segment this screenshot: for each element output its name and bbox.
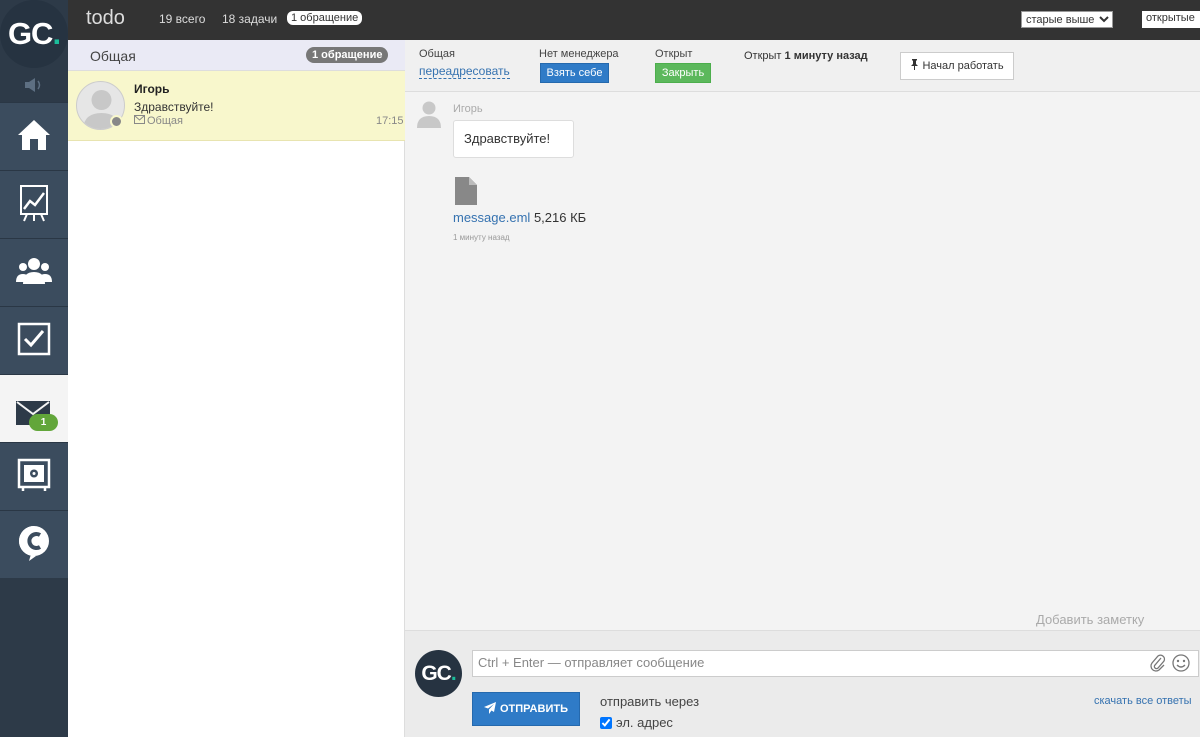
list-item-name: Игорь — [134, 82, 170, 96]
home-icon — [16, 118, 52, 155]
attachment: message.eml 5,216 КБ — [453, 210, 586, 225]
status-dot — [110, 115, 123, 128]
send-button-label: ОТПРАВИТЬ — [500, 703, 568, 715]
email-checkbox[interactable] — [600, 716, 612, 729]
page-title: todo — [86, 7, 125, 29]
paper-plane-icon — [484, 701, 496, 717]
email-option[interactable]: эл. адрес — [600, 715, 673, 730]
envelope-icon — [134, 115, 145, 127]
list-item-dept-label: Общая — [147, 115, 183, 127]
checkbox-icon — [17, 322, 51, 359]
redirect-link[interactable]: переадресовать — [419, 64, 510, 79]
logo-text: GC. — [7, 16, 61, 51]
list-header-count-badge: 1 обращение — [306, 47, 389, 63]
nav-chat[interactable] — [0, 510, 68, 578]
left-navigation: GC. 1 — [0, 0, 68, 737]
reply-area: GC. Ctrl + Enter — отправляет сообщение … — [405, 630, 1200, 737]
ticket-list-panel: Общая 1 обращение Игорь Здравствуйте! Об… — [68, 40, 405, 737]
close-ticket-button[interactable]: Закрыть — [655, 63, 711, 83]
list-item-message: Здравствуйте! — [134, 100, 214, 114]
tickets-count-pill[interactable]: 1 обращение — [287, 11, 363, 25]
mail-badge: 1 — [29, 414, 58, 431]
top-bar: todo 19 всего 18 задачи 1 обращение стар… — [68, 0, 1200, 40]
nav-tasks[interactable] — [0, 306, 68, 374]
total-count[interactable]: 19 всего — [159, 12, 205, 26]
message-timestamp: 1 минуту назад — [453, 233, 510, 242]
pin-icon — [910, 59, 919, 73]
email-option-label: эл. адрес — [616, 715, 673, 730]
message-sender: Игорь — [453, 103, 483, 115]
opened-info: Открыт 1 минуту назад — [744, 50, 868, 62]
reply-input[interactable]: Ctrl + Enter — отправляет сообщение — [472, 650, 1199, 677]
list-header: Общая 1 обращение — [68, 40, 405, 71]
nav-home[interactable] — [0, 102, 68, 170]
list-item[interactable]: Игорь Здравствуйте! Общая 17:15 — [68, 71, 405, 141]
file-icon[interactable] — [455, 177, 477, 205]
start-work-label: Начал работать — [922, 60, 1004, 72]
speaker-icon[interactable] — [0, 68, 68, 102]
add-note-link[interactable]: Добавить заметку — [1036, 612, 1144, 627]
send-button[interactable]: ОТПРАВИТЬ — [472, 692, 580, 726]
list-header-label: Общая — [90, 48, 136, 64]
take-ticket-button[interactable]: Взять себе — [540, 63, 609, 83]
ticket-header: Общая переадресовать Нет менеджера Взять… — [405, 40, 1200, 92]
user-avatar-icon — [417, 100, 441, 128]
tasks-count[interactable]: 18 задачи — [222, 12, 277, 26]
sort-select[interactable]: старые выше — [1021, 11, 1113, 28]
safe-icon — [17, 458, 51, 495]
chat-icon — [17, 524, 51, 565]
attachment-link[interactable]: message.eml — [453, 210, 530, 225]
filter-select[interactable]: открытые — [1142, 11, 1200, 28]
message-bubble: Здравствуйте! — [453, 120, 574, 158]
nav-messages[interactable]: 1 — [0, 374, 68, 442]
conversation-area: Игорь Здравствуйте! message.eml 5,216 КБ… — [405, 92, 1200, 630]
paperclip-icon[interactable] — [1150, 654, 1166, 672]
emoji-icon[interactable] — [1172, 654, 1190, 672]
send-via-label: отправить через — [600, 694, 700, 709]
start-work-button[interactable]: Начал работать — [900, 52, 1014, 80]
opened-prefix: Открыт — [744, 50, 782, 62]
logo-circle: GC. — [0, 0, 68, 68]
manager-label: Нет менеджера — [539, 48, 619, 60]
attachment-size: 5,216 КБ — [533, 210, 587, 225]
list-item-dept: Общая — [134, 115, 183, 127]
ticket-dept-label: Общая — [419, 48, 455, 60]
chart-icon — [18, 184, 50, 225]
nav-users[interactable] — [0, 238, 68, 306]
status-label: Открыт — [655, 48, 693, 60]
users-icon — [16, 256, 52, 289]
agent-avatar-text: GC. — [421, 661, 456, 685]
nav-analytics[interactable] — [0, 170, 68, 238]
logo[interactable]: GC. — [0, 0, 68, 68]
list-item-time: 17:15 — [376, 115, 404, 127]
opened-time: 1 минуту назад — [784, 50, 868, 62]
download-all-link[interactable]: скачать все ответы — [1094, 695, 1192, 707]
nav-safe[interactable] — [0, 442, 68, 510]
agent-avatar: GC. — [415, 650, 462, 697]
